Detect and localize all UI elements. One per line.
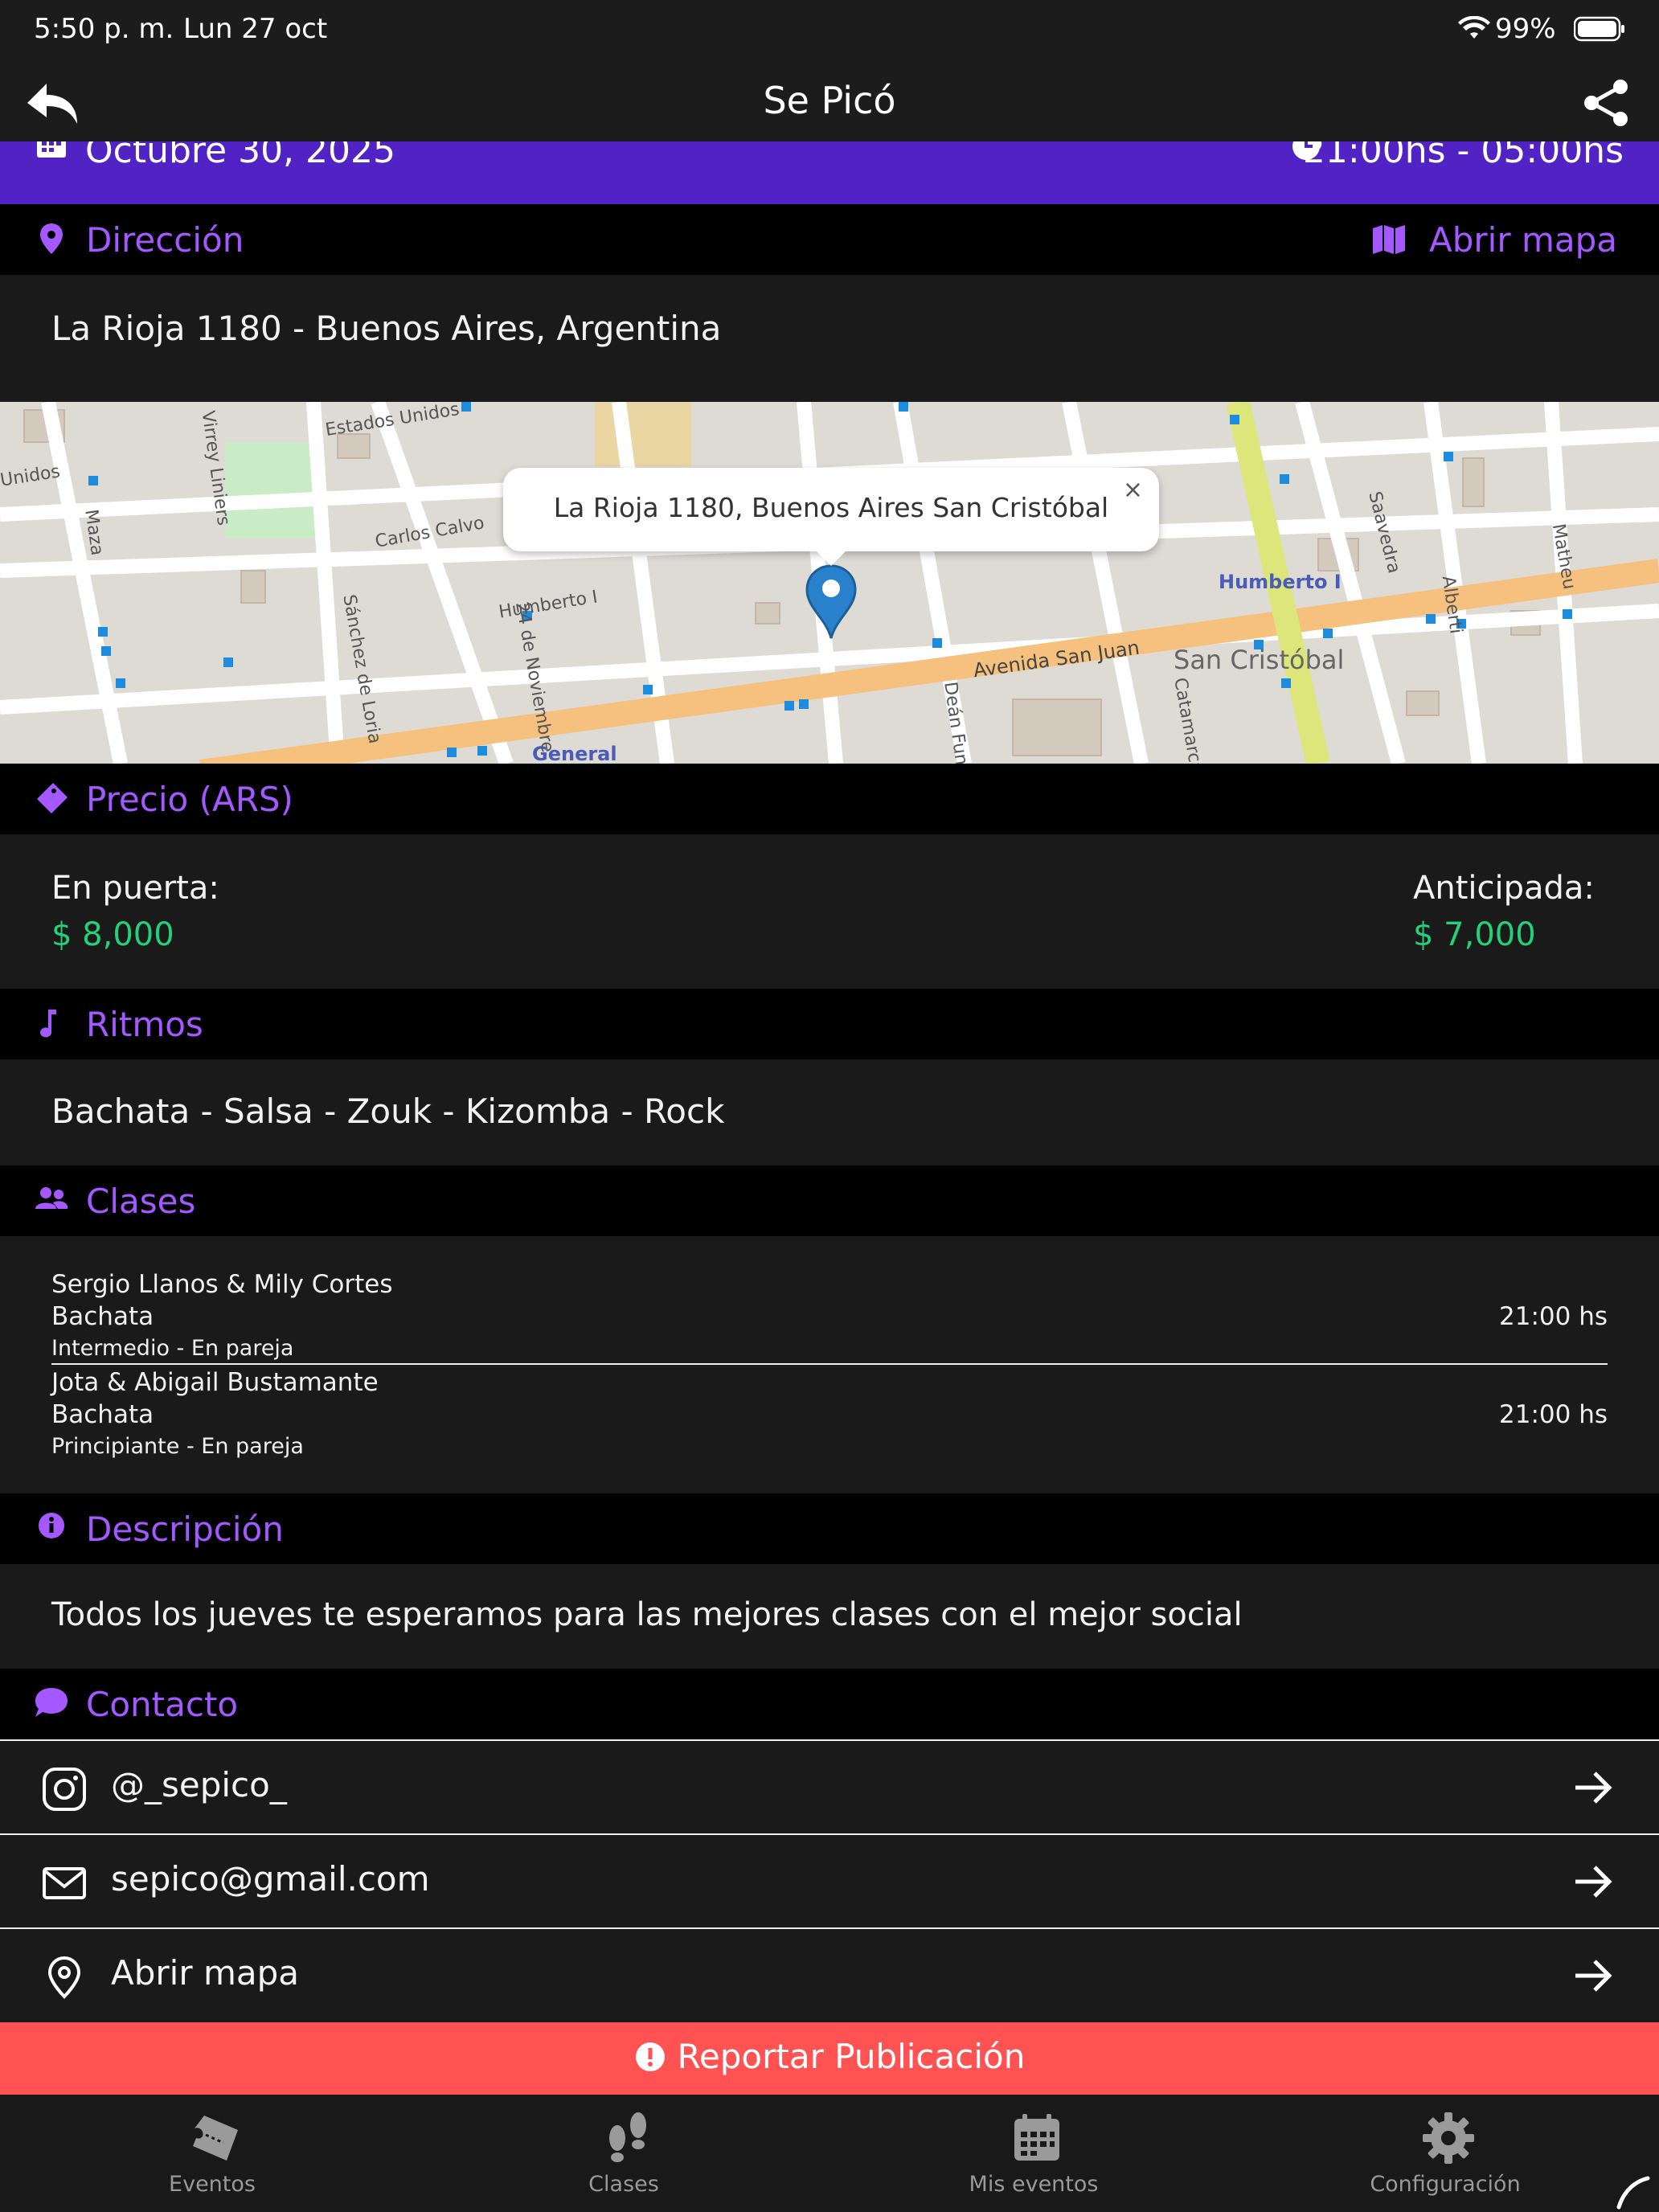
classes-section-header: Clases	[0, 1165, 1659, 1236]
location-pin-icon	[40, 223, 63, 254]
tab-label: Mis eventos	[969, 2172, 1099, 2197]
users-icon	[35, 1187, 68, 1209]
status-time: 5:50 p. m.	[34, 13, 174, 45]
nav-bar: Se Picó	[0, 63, 1659, 143]
ticket-tag-icon	[37, 783, 68, 813]
report-button-content: Reportar Publicación	[0, 2037, 1659, 2076]
class-time: 21:00 hs	[1499, 1400, 1608, 1429]
event-hours: 21:00hs - 05:00hs	[1302, 141, 1624, 171]
address-map[interactable]: Estados Unidos Carlos Calvo Humberto I A…	[0, 402, 1659, 764]
map-icon	[1373, 225, 1405, 254]
status-date: Lun 27 oct	[183, 13, 328, 45]
contact-email[interactable]: sepico@gmail.com	[0, 1833, 1659, 1927]
chat-bubble-icon	[35, 1688, 68, 1717]
map-pin-icon	[47, 1956, 81, 1999]
address-value: La Rioja 1180 - Buenos Aires, Argentina	[51, 309, 722, 348]
address-panel: La Rioja 1180 - Buenos Aires, Argentina	[0, 275, 1659, 402]
map-label-6: Humberto I	[1219, 571, 1342, 593]
event-date: Octubre 30, 2025	[85, 141, 396, 171]
contact-open-map[interactable]: Abrir mapa	[0, 1927, 1659, 2022]
advance-price-value: $ 7,000	[1413, 916, 1536, 953]
info-icon	[39, 1513, 64, 1538]
rhythms-section-header: Ritmos	[0, 989, 1659, 1059]
class-level: Principiante - En pareja	[51, 1434, 304, 1459]
email-address: sepico@gmail.com	[111, 1859, 430, 1899]
price-section-label: Precio (ARS)	[86, 780, 293, 819]
battery-percent: 99%	[1495, 13, 1556, 45]
tab-label: Configuración	[1370, 2172, 1521, 2197]
description-section-label: Descripción	[86, 1509, 284, 1549]
open-map-text: Abrir mapa	[111, 1953, 299, 1993]
tab-label: Clases	[588, 2172, 659, 2197]
classes-section-label: Clases	[86, 1182, 196, 1221]
map-popup-close-button[interactable]: ×	[1123, 476, 1143, 504]
calendar-icon	[1014, 2114, 1059, 2161]
address-section-label: Dirección	[86, 220, 244, 260]
battery-icon	[1574, 16, 1624, 42]
class-style: Bachata	[51, 1302, 154, 1331]
class-item: Jota & Abigail Bustamante Bachata Princi…	[0, 1365, 1659, 1493]
corner-curve-icon	[1616, 2176, 1650, 2210]
tab-configuracion[interactable]: Configuración	[1284, 2095, 1606, 2212]
class-level: Intermedio - En pareja	[51, 1336, 294, 1361]
share-icon[interactable]	[1580, 79, 1632, 127]
arrow-right-icon	[1575, 1772, 1612, 1804]
open-map-label: Abrir mapa	[1429, 220, 1617, 260]
map-label-5: San Cristóbal	[1174, 645, 1345, 675]
door-price-value: $ 8,000	[51, 916, 174, 953]
arrow-right-icon	[1575, 1866, 1612, 1898]
map-marker-icon[interactable]	[802, 563, 860, 640]
description-value: Todos los jueves te esperamos para las m…	[51, 1596, 1243, 1633]
ticket-icon	[193, 2116, 238, 2161]
wifi-icon	[1458, 16, 1490, 39]
map-popup-tip	[813, 548, 849, 566]
class-item: Sergio Llanos & Mily Cortes Bachata Inte…	[0, 1236, 1659, 1365]
calendar-icon	[37, 141, 66, 158]
price-panel: En puerta: $ 8,000 Anticipada: $ 7,000	[0, 834, 1659, 989]
contact-section-label: Contacto	[86, 1685, 239, 1724]
page-title: Se Picó	[763, 79, 896, 122]
price-section-header: Precio (ARS)	[0, 764, 1659, 834]
event-date-banner: Octubre 30, 2025 21:00hs - 05:00hs	[0, 141, 1659, 204]
rhythms-section-label: Ritmos	[86, 1005, 203, 1044]
description-panel: Todos los jueves te esperamos para las m…	[0, 1564, 1659, 1669]
description-section-header: Descripción	[0, 1493, 1659, 1564]
door-price-label: En puerta:	[51, 870, 219, 907]
contact-instagram[interactable]: @_sepico_	[0, 1739, 1659, 1833]
class-style: Bachata	[51, 1400, 154, 1429]
class-teachers: Sergio Llanos & Mily Cortes	[51, 1270, 393, 1299]
mail-icon	[43, 1867, 86, 1899]
tab-bar: Eventos Clases Mis eventos Configuración	[0, 2095, 1659, 2212]
advance-price-label: Anticipada:	[1413, 870, 1595, 907]
instagram-icon	[43, 1768, 86, 1811]
classes-panel: Sergio Llanos & Mily Cortes Bachata Inte…	[0, 1236, 1659, 1493]
rhythms-panel: Bachata - Salsa - Zouk - Kizomba - Rock	[0, 1059, 1659, 1165]
address-section-header: Dirección Abrir mapa	[0, 204, 1659, 275]
alert-icon	[635, 2042, 665, 2071]
contact-section-header: Contacto	[0, 1669, 1659, 1739]
map-popup-text: La Rioja 1180, Buenos Aires San Cristóba…	[553, 492, 1109, 523]
map-popup: La Rioja 1180, Buenos Aires San Cristóba…	[503, 468, 1159, 566]
instagram-handle: @_sepico_	[111, 1765, 287, 1804]
class-time: 21:00 hs	[1499, 1302, 1608, 1331]
tab-eventos[interactable]: Eventos	[51, 2095, 373, 2212]
status-bar: 5:50 p. m. Lun 27 oct 99%	[0, 0, 1659, 63]
footprints-icon	[609, 2112, 646, 2162]
gear-icon	[1423, 2112, 1474, 2164]
music-note-icon	[40, 1010, 56, 1038]
arrow-right-icon	[1575, 1960, 1612, 1992]
class-teachers: Jota & Abigail Bustamante	[51, 1368, 379, 1397]
tab-label: Eventos	[169, 2172, 256, 2197]
tab-clases[interactable]: Clases	[463, 2095, 784, 2212]
open-map-link[interactable]: Abrir mapa	[1370, 204, 1659, 275]
report-button[interactable]: Reportar Publicación	[0, 2022, 1659, 2095]
tab-mis-eventos[interactable]: Mis eventos	[873, 2095, 1194, 2212]
rhythms-value: Bachata - Salsa - Zouk - Kizomba - Rock	[51, 1092, 725, 1131]
report-button-label: Reportar Publicación	[677, 2037, 1026, 2076]
